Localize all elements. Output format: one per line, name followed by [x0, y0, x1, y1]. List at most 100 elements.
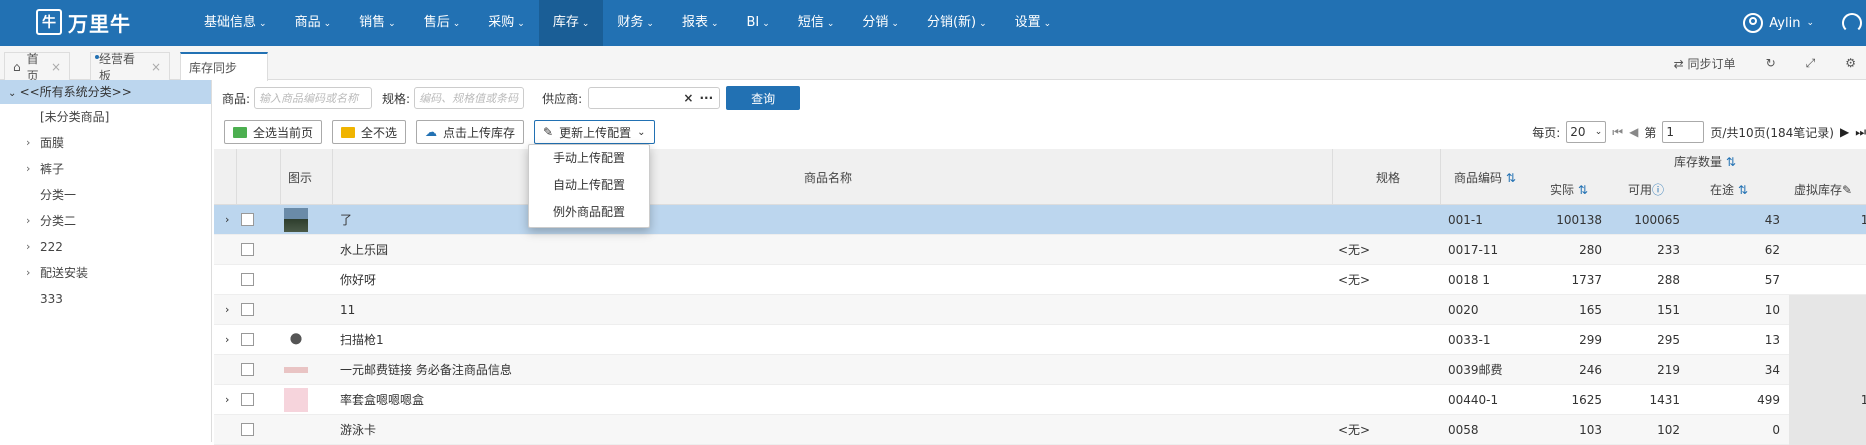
page-input[interactable]: 1: [1662, 121, 1705, 143]
chevron-right-icon[interactable]: ›: [26, 156, 30, 182]
tree-item[interactable]: 分类一: [0, 182, 211, 208]
app-logo[interactable]: 牛 万里牛: [36, 8, 131, 36]
chevron-right-icon[interactable]: ›: [26, 208, 30, 234]
product-thumbnail[interactable]: [284, 367, 308, 373]
row-checkbox[interactable]: [241, 363, 254, 376]
row-checkbox[interactable]: [241, 393, 254, 406]
header-stock-group[interactable]: 库存数量 ⇅: [1674, 153, 1736, 170]
per-page-select[interactable]: 20 ⌄: [1566, 121, 1607, 143]
product-thumbnail[interactable]: [284, 388, 308, 412]
fullscreen-icon[interactable]: ⤢: [1806, 56, 1816, 71]
menu-item-manual-config[interactable]: 手动上传配置: [529, 145, 649, 172]
first-page-icon[interactable]: ⏮: [1612, 125, 1623, 140]
product-code: 001-1: [1448, 213, 1483, 227]
stock-virtual[interactable]: 10: [1790, 205, 1866, 235]
stock-virtual[interactable]: [1790, 415, 1866, 445]
refresh-icon[interactable]: ↻: [1766, 56, 1776, 70]
support-icon[interactable]: [1842, 13, 1862, 33]
row-checkbox[interactable]: [241, 213, 254, 226]
row-checkbox[interactable]: [241, 273, 254, 286]
nav-item[interactable]: 短信 ⌄: [784, 0, 849, 46]
row-checkbox[interactable]: [241, 333, 254, 346]
expand-icon[interactable]: ›: [225, 325, 229, 355]
settings-icon[interactable]: ⚙: [1845, 56, 1856, 70]
product-search-input[interactable]: [254, 87, 373, 109]
logo-mark: 牛: [36, 9, 62, 35]
expand-icon[interactable]: ›: [225, 385, 229, 415]
stock-virtual[interactable]: [1790, 235, 1866, 265]
table-row[interactable]: 水上乐园 <无> 0017-11 280 233 62: [214, 235, 1866, 265]
table-row[interactable]: 一元邮费链接 务必备注商品信息 0039邮费 246 219 34: [214, 355, 1866, 385]
product-thumbnail[interactable]: [284, 328, 308, 352]
upload-stock-button[interactable]: ☁ 点击上传库存: [416, 120, 525, 144]
table-row[interactable]: › 扫描枪1 0033-1 299 295 13: [214, 325, 1866, 355]
nav-item[interactable]: 采购 ⌄: [474, 0, 539, 46]
chevron-right-icon[interactable]: ›: [26, 260, 30, 286]
tree-item[interactable]: › 裤子: [0, 156, 211, 182]
nav-item[interactable]: 基础信息 ⌄: [190, 0, 281, 46]
row-checkbox[interactable]: [241, 423, 254, 436]
stock-virtual[interactable]: [1790, 325, 1866, 355]
row-checkbox[interactable]: [241, 303, 254, 316]
expand-icon[interactable]: ›: [225, 295, 229, 325]
tab-dashboard[interactable]: 经营看板 ×: [90, 52, 170, 83]
tree-item[interactable]: › 配送安装: [0, 260, 211, 286]
stock-virtual[interactable]: 10: [1790, 385, 1866, 415]
menu-item-exception-config[interactable]: 例外商品配置: [529, 199, 649, 226]
supplier-select[interactable]: × ···: [588, 87, 721, 109]
table-row[interactable]: › 11 0020 165 151 10: [214, 295, 1866, 325]
product-thumbnail[interactable]: [284, 208, 308, 232]
nav-item[interactable]: 财务 ⌄: [603, 0, 668, 46]
tree-item[interactable]: [未分类商品]: [0, 104, 211, 130]
tree-item[interactable]: › 面膜: [0, 130, 211, 156]
nav-item[interactable]: 分销 ⌄: [848, 0, 913, 46]
user-menu[interactable]: Aylin ⌄: [1743, 0, 1814, 46]
header-virtual[interactable]: 虚拟库存✎: [1794, 181, 1852, 198]
header-available[interactable]: 可用ⓘ: [1628, 181, 1664, 198]
close-icon[interactable]: ×: [51, 60, 61, 74]
chevron-down-icon[interactable]: ⌄: [8, 88, 20, 99]
tab-home[interactable]: ⌂ 首页 ×: [4, 52, 70, 83]
chevron-right-icon[interactable]: ›: [26, 130, 30, 156]
menu-item-auto-config[interactable]: 自动上传配置: [529, 172, 649, 199]
sync-orders-label: 同步订单: [1687, 56, 1736, 71]
select-none-button[interactable]: 全不选: [332, 120, 407, 144]
expand-icon[interactable]: ›: [225, 205, 229, 235]
stock-virtual[interactable]: [1790, 355, 1866, 385]
header-actual[interactable]: 实际 ⇅: [1550, 181, 1588, 198]
nav-item[interactable]: 销售 ⌄: [345, 0, 410, 46]
header-code[interactable]: 商品编码 ⇅: [1454, 169, 1516, 186]
last-page-icon[interactable]: ⏭: [1855, 125, 1866, 140]
nav-item[interactable]: 分销(新) ⌄: [913, 0, 1001, 46]
more-icon[interactable]: ···: [699, 91, 713, 105]
tree-item[interactable]: › 分类二: [0, 208, 211, 234]
prev-page-icon[interactable]: ◀: [1629, 125, 1638, 139]
tree-item[interactable]: 333: [0, 286, 211, 312]
table-row[interactable]: › 了 001-1 100138 100065 43 10: [214, 205, 1866, 235]
table-row[interactable]: 你好呀 <无> 0018 1 1737 288 57: [214, 265, 1866, 295]
update-config-button[interactable]: ✎ 更新上传配置 ⌄: [534, 120, 655, 144]
chevron-right-icon[interactable]: ›: [26, 234, 30, 260]
table-row[interactable]: › 率套盒嗯嗯嗯盒 00440-1 1625 1431 499 10: [214, 385, 1866, 415]
nav-item[interactable]: 售后 ⌄: [410, 0, 475, 46]
nav-item[interactable]: 设置 ⌄: [1001, 0, 1066, 46]
nav-item[interactable]: 报表 ⌄: [668, 0, 733, 46]
header-in-transit[interactable]: 在途 ⇅: [1710, 181, 1748, 198]
tree-root[interactable]: ⌄ <<所有系统分类>>: [0, 80, 211, 104]
clear-icon[interactable]: ×: [683, 91, 693, 105]
sync-orders-button[interactable]: ⇄ 同步订单: [1674, 55, 1736, 72]
row-checkbox[interactable]: [241, 243, 254, 256]
tree-item[interactable]: › 222: [0, 234, 211, 260]
nav-item[interactable]: 库存 ⌄: [538, 0, 604, 46]
next-page-icon[interactable]: ▶: [1840, 125, 1849, 139]
tab-stock-sync[interactable]: 库存同步 ×: [180, 52, 268, 81]
spec-search-input[interactable]: [414, 87, 525, 109]
table-row[interactable]: 游泳卡 <无> 0058 103 102 0: [214, 415, 1866, 445]
nav-item[interactable]: BI ⌄: [733, 0, 784, 46]
stock-virtual[interactable]: [1790, 295, 1866, 325]
nav-item[interactable]: 商品 ⌄: [281, 0, 346, 46]
close-icon[interactable]: ×: [151, 60, 161, 74]
select-page-button[interactable]: 全选当前页: [224, 120, 323, 144]
query-button[interactable]: 查询: [726, 86, 801, 110]
stock-virtual[interactable]: [1790, 265, 1866, 295]
